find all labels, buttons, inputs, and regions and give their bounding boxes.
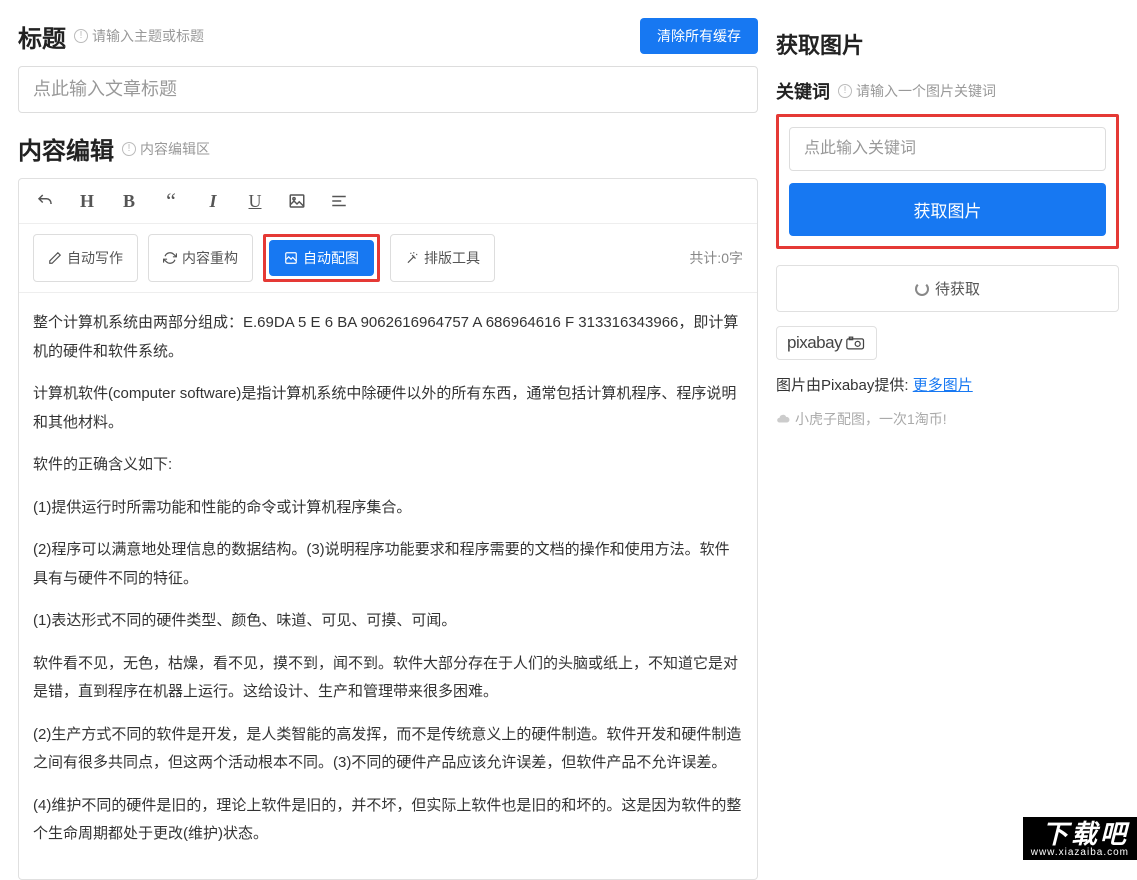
refresh-icon	[163, 251, 177, 265]
keyword-hint: ! 请输入一个图片关键词	[838, 81, 996, 101]
keyword-input[interactable]	[789, 127, 1106, 171]
format-toolbar: H B “ I U	[19, 179, 757, 224]
status-button[interactable]: 待获取	[776, 265, 1119, 312]
italic-icon[interactable]: I	[201, 189, 225, 213]
clear-cache-button[interactable]: 清除所有缓存	[640, 18, 758, 54]
title-hint: ! 请输入主题或标题	[74, 26, 204, 46]
align-icon[interactable]	[327, 189, 351, 213]
more-images-link[interactable]: 更多图片	[913, 377, 973, 394]
content-paragraph: 软件的正确含义如下:	[33, 451, 743, 480]
sidebar-title: 获取图片	[776, 28, 1119, 60]
content-paragraph: 整个计算机系统由两部分组成：E.69DA 5 E 6 BA 9062616964…	[33, 309, 743, 366]
pixabay-logo: pixabay	[776, 326, 877, 360]
auto-image-button[interactable]: 自动配图	[269, 240, 374, 276]
image-icon[interactable]	[285, 189, 309, 213]
content-paragraph: (1)提供运行时所需功能和性能的命令或计算机程序集合。	[33, 494, 743, 523]
keyword-highlight-box: 获取图片	[776, 114, 1119, 249]
info-icon: !	[122, 142, 136, 156]
word-count: 共计:0字	[689, 248, 743, 268]
loading-icon	[915, 282, 929, 296]
article-title-input[interactable]	[18, 66, 758, 113]
underline-icon[interactable]: U	[243, 189, 267, 213]
keyword-label: 关键词	[776, 78, 830, 104]
picture-icon	[284, 251, 298, 265]
watermark: 下载吧 www.xiazaiba.com	[1023, 817, 1137, 860]
layout-tool-button[interactable]: 排版工具	[390, 234, 495, 282]
provider-text: 图片由Pixabay提供: 更多图片	[776, 374, 1119, 395]
tool-row: 自动写作 内容重构 自动配图 排版工具	[19, 224, 757, 293]
wand-icon	[405, 251, 419, 265]
content-paragraph: (4)维护不同的硬件是旧的，理论上软件是旧的，并不坏，但实际上软件也是旧的和坏的…	[33, 792, 743, 849]
keyword-label-row: 关键词 ! 请输入一个图片关键词	[776, 78, 1119, 104]
title-label: 标题	[18, 19, 66, 54]
cloud-icon	[776, 412, 790, 426]
restructure-button[interactable]: 内容重构	[148, 234, 253, 282]
content-paragraph: 计算机软件(computer software)是指计算机系统中除硬件以外的所有…	[33, 380, 743, 437]
content-editor[interactable]: 整个计算机系统由两部分组成：E.69DA 5 E 6 BA 9062616964…	[19, 293, 757, 879]
content-paragraph: (1)表达形式不同的硬件类型、颜色、味道、可见、可摸、可闻。	[33, 607, 743, 636]
editor-hint: ! 内容编辑区	[122, 139, 210, 159]
editor-header: 内容编辑 ! 内容编辑区	[18, 131, 758, 166]
bold-icon[interactable]: B	[117, 189, 141, 213]
content-paragraph: (2)生产方式不同的软件是开发，是人类智能的高发挥，而不是传统意义上的硬件制造。…	[33, 721, 743, 778]
heading-icon[interactable]: H	[75, 189, 99, 213]
editor-container: H B “ I U 自动写作	[18, 178, 758, 880]
info-icon: !	[74, 29, 88, 43]
fetch-images-button[interactable]: 获取图片	[789, 183, 1106, 236]
auto-write-button[interactable]: 自动写作	[33, 234, 138, 282]
content-paragraph: (2)程序可以满意地处理信息的数据结构。(3)说明程序功能要求和程序需要的文档的…	[33, 536, 743, 593]
auto-image-highlight: 自动配图	[263, 234, 380, 282]
title-header: 标题 ! 请输入主题或标题 清除所有缓存	[18, 18, 758, 54]
camera-icon	[846, 336, 866, 350]
tip-text: 小虎子配图，一次1淘币!	[776, 409, 1119, 429]
pencil-icon	[48, 251, 62, 265]
editor-label: 内容编辑	[18, 131, 114, 166]
undo-icon[interactable]	[33, 189, 57, 213]
info-icon: !	[838, 84, 852, 98]
quote-icon[interactable]: “	[159, 189, 183, 213]
content-paragraph: 软件看不见，无色，枯燥，看不见，摸不到，闻不到。软件大部分存在于人们的头脑或纸上…	[33, 650, 743, 707]
